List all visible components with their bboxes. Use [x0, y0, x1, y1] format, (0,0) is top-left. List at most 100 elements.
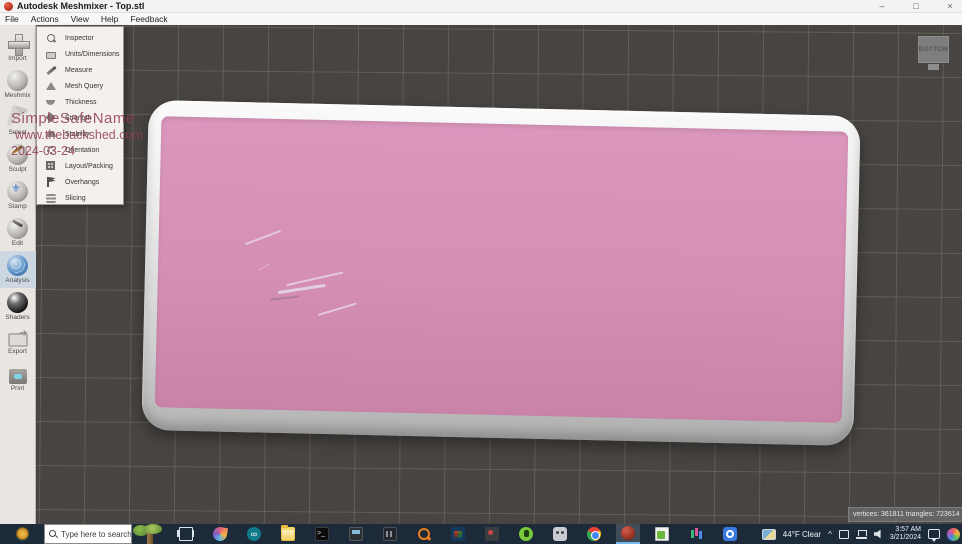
taskbar-robot-app[interactable]: [548, 524, 572, 544]
menu-item-mesh-query[interactable]: Mesh Query: [37, 78, 123, 94]
menu-help[interactable]: Help: [101, 14, 118, 24]
tool-shaders[interactable]: Shaders: [0, 288, 36, 325]
tool-select[interactable]: Select: [0, 103, 36, 140]
layout-packing-icon: [46, 161, 55, 170]
surface-defect: [286, 271, 343, 286]
taskbar-terminal[interactable]: >_: [310, 524, 334, 544]
menu-file[interactable]: File: [5, 14, 19, 24]
orientation-icon: [47, 146, 55, 154]
tool-sculpt[interactable]: Sculpt: [0, 140, 36, 177]
taskbar-camera-lock[interactable]: [514, 524, 538, 544]
taskbar-microsoft-store[interactable]: [446, 524, 470, 544]
task-view-icon: [179, 527, 193, 541]
tool-label: Import: [8, 55, 26, 62]
model-plate-face: [155, 116, 848, 423]
menu-item-orientation[interactable]: Orientation: [37, 142, 123, 158]
microsoft-store-icon: [451, 527, 465, 541]
tool-label: Print: [11, 385, 24, 392]
close-button[interactable]: ×: [944, 0, 956, 13]
tool-meshmix[interactable]: Meshmix: [0, 66, 36, 103]
taskbar-audio-app[interactable]: [684, 524, 708, 544]
taskbar-keyboard-app[interactable]: [378, 524, 402, 544]
view-cube-home[interactable]: [928, 64, 939, 70]
paint3d-icon: [212, 526, 228, 542]
surface-defect: [245, 230, 281, 245]
tool-edit[interactable]: Edit: [0, 214, 36, 251]
print-icon: [9, 369, 27, 384]
notifications-icon[interactable]: [928, 529, 940, 539]
notepad-icon: [655, 527, 669, 541]
menu-item-overhangs[interactable]: Overhangs: [37, 174, 123, 190]
chrome-icon: [587, 527, 601, 541]
menu-item-measure[interactable]: Measure: [37, 62, 123, 78]
stamp-sphere-icon: ⚜: [7, 181, 28, 202]
tray-window-icon[interactable]: [839, 530, 849, 539]
tool-print[interactable]: Print: [0, 362, 36, 399]
taskbar-notepad[interactable]: [650, 524, 674, 544]
taskbar-file-explorer[interactable]: [276, 524, 300, 544]
camera-lock-icon: [519, 527, 533, 541]
menu-item-slicing[interactable]: Slicing: [37, 190, 123, 206]
stability-icon: [46, 131, 56, 137]
people-icon[interactable]: [947, 528, 960, 541]
start-button[interactable]: [0, 524, 44, 544]
start-icon: [15, 527, 30, 542]
taskbar-meshmixer-active[interactable]: [616, 524, 640, 544]
taskbar-gimp[interactable]: [480, 524, 504, 544]
audio-levels-icon: [689, 527, 703, 541]
maximize-button[interactable]: □: [910, 0, 922, 13]
weather-icon[interactable]: [762, 529, 776, 540]
console-app-icon: [349, 527, 363, 541]
taskbar-task-view[interactable]: [174, 524, 198, 544]
window-title: Autodesk Meshmixer - Top.stl: [17, 1, 144, 11]
tool-stamp[interactable]: ⚜ Stamp: [0, 177, 36, 214]
units-dimensions-icon: [46, 52, 56, 59]
taskbar-search[interactable]: [44, 524, 132, 544]
taskbar-chrome[interactable]: [582, 524, 606, 544]
tool-import[interactable]: Import: [0, 29, 36, 66]
menu-item-units-dimensions[interactable]: Units/Dimensions: [37, 46, 123, 62]
inspector-icon: [46, 33, 56, 43]
taskbar-search-app[interactable]: [412, 524, 436, 544]
taskbar-loop-app[interactable]: [718, 524, 742, 544]
taskbar-paint3d[interactable]: [208, 524, 232, 544]
edit-sphere-icon: [7, 218, 28, 239]
search-icon: [49, 530, 57, 538]
meshmix-sphere-icon: [7, 70, 28, 91]
minimize-button[interactable]: –: [876, 0, 888, 13]
tool-export[interactable]: Export: [0, 325, 36, 362]
menu-item-strength[interactable]: Strength: [37, 110, 123, 126]
taskbar-arduino[interactable]: ∞: [242, 524, 266, 544]
keyboard-app-icon: [383, 527, 397, 541]
select-cursor-icon: [8, 105, 28, 129]
menu-view[interactable]: View: [71, 14, 89, 24]
menu-item-stability[interactable]: Stability: [37, 126, 123, 142]
sculpt-sphere-icon: [7, 144, 28, 165]
menu-actions[interactable]: Actions: [31, 14, 59, 24]
viewport-canvas[interactable]: BOTTOM vertices: 361811 triangles: 72361…: [36, 25, 962, 524]
model-plate[interactable]: [141, 100, 860, 446]
menu-item-thickness[interactable]: Thickness: [37, 94, 123, 110]
tool-label: Edit: [12, 240, 23, 247]
shaders-sphere-icon: [7, 292, 28, 313]
arduino-icon: ∞: [247, 527, 261, 541]
weather-text[interactable]: 44°F Clear: [783, 530, 821, 539]
tool-analysis[interactable]: Analysis: [0, 251, 36, 288]
view-cube[interactable]: BOTTOM: [918, 36, 949, 63]
volume-icon[interactable]: [874, 530, 883, 539]
title-bar: Autodesk Meshmixer - Top.stl – □ ×: [0, 0, 962, 13]
thickness-icon: [46, 100, 55, 105]
robot-icon: [553, 527, 567, 541]
network-icon[interactable]: [856, 530, 867, 539]
clock[interactable]: 3:57 AM 3/21/2024: [890, 526, 921, 542]
tool-label: Meshmix: [4, 92, 30, 99]
search-input[interactable]: [61, 530, 131, 539]
taskbar: ∞ >_ 44°F Clear ^ 3:57 AM 3/21/2024: [0, 524, 962, 544]
taskbar-console-app[interactable]: [344, 524, 368, 544]
menu-item-layout-packing[interactable]: Layout/Packing: [37, 158, 123, 174]
tool-rail: Import Meshmix Select Sculpt ⚜ Stamp Edi…: [0, 25, 36, 524]
menu-feedback[interactable]: Feedback: [130, 14, 167, 24]
tray-chevron-up-icon[interactable]: ^: [828, 530, 832, 539]
gimp-icon: [485, 527, 499, 541]
menu-item-inspector[interactable]: Inspector: [37, 30, 123, 46]
